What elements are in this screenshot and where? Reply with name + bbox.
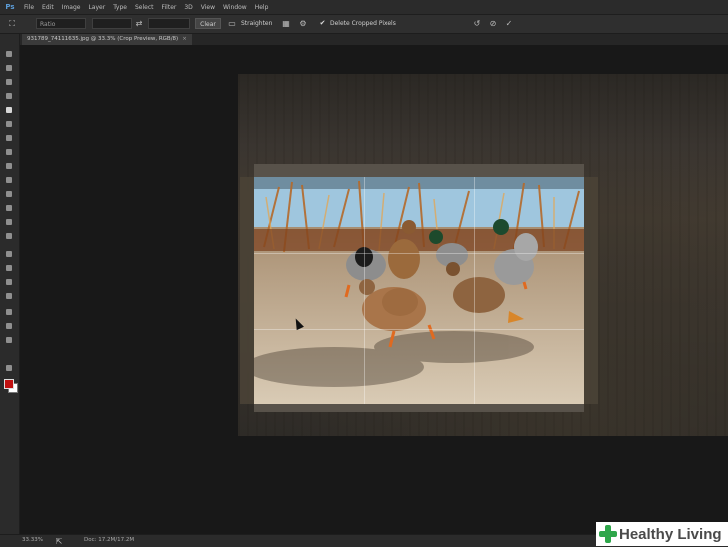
- menu-select[interactable]: Select: [131, 4, 158, 11]
- menu-layer[interactable]: Layer: [84, 4, 109, 11]
- close-icon[interactable]: ×: [182, 36, 187, 42]
- straighten-label[interactable]: Straighten: [241, 18, 272, 29]
- menu-image[interactable]: Image: [58, 4, 85, 11]
- document-tab-bar: 931789_74111635.jpg @ 33.3% (Crop Previe…: [20, 34, 728, 45]
- height-input[interactable]: [148, 18, 190, 29]
- move-tool-icon[interactable]: [4, 50, 14, 58]
- photoshop-logo: Ps: [5, 3, 15, 11]
- crop-grid-line: [254, 253, 584, 254]
- path-selection-tool-icon[interactable]: [4, 278, 14, 286]
- crop-tool-icon[interactable]: [4, 106, 14, 114]
- hand-tool-icon[interactable]: [4, 308, 14, 316]
- reset-icon[interactable]: ↺: [471, 18, 483, 29]
- delete-cropped-label[interactable]: Delete Cropped Pixels: [330, 18, 396, 29]
- document-tab-title: 931789_74111635.jpg @ 33.3% (Crop Previe…: [27, 36, 179, 42]
- crop-grid-line: [474, 177, 475, 404]
- checkbox-icon[interactable]: ✔: [318, 18, 327, 29]
- quick-selection-tool-icon[interactable]: [4, 92, 14, 100]
- menu-window[interactable]: Window: [219, 4, 251, 11]
- ratio-dropdown[interactable]: Ratio: [36, 18, 86, 29]
- menu-bar: Ps File Edit Image Layer Type Select Fil…: [0, 0, 728, 15]
- straighten-icon[interactable]: ▭: [226, 18, 238, 29]
- plus-icon: [599, 525, 617, 543]
- lasso-tool-icon[interactable]: [4, 78, 14, 86]
- stamp-tool-icon[interactable]: [4, 162, 14, 170]
- tools-panel: [0, 34, 20, 534]
- checkmark-icon[interactable]: ✓: [503, 18, 515, 29]
- healing-tool-icon[interactable]: [4, 134, 14, 142]
- swap-icon[interactable]: ⇄: [134, 18, 144, 29]
- marquee-tool-icon[interactable]: [4, 64, 14, 72]
- gear-icon[interactable]: ⚙: [298, 18, 308, 29]
- cancel-icon[interactable]: ⊘: [487, 18, 499, 29]
- crop-grid-line: [254, 329, 584, 330]
- pen-tool-icon[interactable]: [4, 250, 14, 258]
- menu-help[interactable]: Help: [251, 4, 273, 11]
- status-export-icon: ⇱: [55, 537, 63, 546]
- menu-view[interactable]: View: [197, 4, 219, 11]
- brush-tool-icon[interactable]: [4, 148, 14, 156]
- eraser-tool-icon[interactable]: [4, 190, 14, 198]
- type-tool-icon[interactable]: [4, 264, 14, 272]
- menu-filter[interactable]: Filter: [158, 4, 181, 11]
- grid-overlay-icon[interactable]: ▦: [281, 18, 291, 29]
- crop-preview-image[interactable]: [254, 177, 584, 404]
- document-size: Doc: 17.2M/17.2M: [84, 537, 135, 543]
- width-input[interactable]: [92, 18, 132, 29]
- menu-edit[interactable]: Edit: [38, 4, 58, 11]
- quick-mask-icon[interactable]: [4, 364, 14, 372]
- brand-text: Healthy Living: [619, 525, 722, 543]
- healthy-living-logo: Healthy Living: [596, 522, 728, 546]
- zoom-level[interactable]: 33.33%: [22, 537, 43, 543]
- menu-file[interactable]: File: [20, 4, 38, 11]
- rotate-view-tool-icon[interactable]: [4, 336, 14, 344]
- duck-photo: [254, 177, 584, 404]
- zoom-tool-icon[interactable]: [4, 322, 14, 330]
- shape-tool-icon[interactable]: [4, 292, 14, 300]
- menu-type[interactable]: Type: [109, 4, 131, 11]
- eyedropper-tool-icon[interactable]: [4, 120, 14, 128]
- crop-icon[interactable]: ⛶: [6, 18, 18, 29]
- menu-3d[interactable]: 3D: [180, 4, 196, 11]
- gradient-tool-icon[interactable]: [4, 204, 14, 212]
- options-bar: ⛶ Ratio ⇄ Clear ▭ Straighten ▦ ⚙ ✔ Delet…: [0, 15, 728, 34]
- crop-grid-line: [364, 177, 365, 404]
- blur-tool-icon[interactable]: [4, 218, 14, 226]
- document-tab[interactable]: 931789_74111635.jpg @ 33.3% (Crop Previe…: [22, 34, 192, 45]
- history-brush-tool-icon[interactable]: [4, 176, 14, 184]
- dodge-tool-icon[interactable]: [4, 232, 14, 240]
- clear-button[interactable]: Clear: [195, 18, 221, 29]
- foreground-color-swatch[interactable]: [4, 379, 14, 389]
